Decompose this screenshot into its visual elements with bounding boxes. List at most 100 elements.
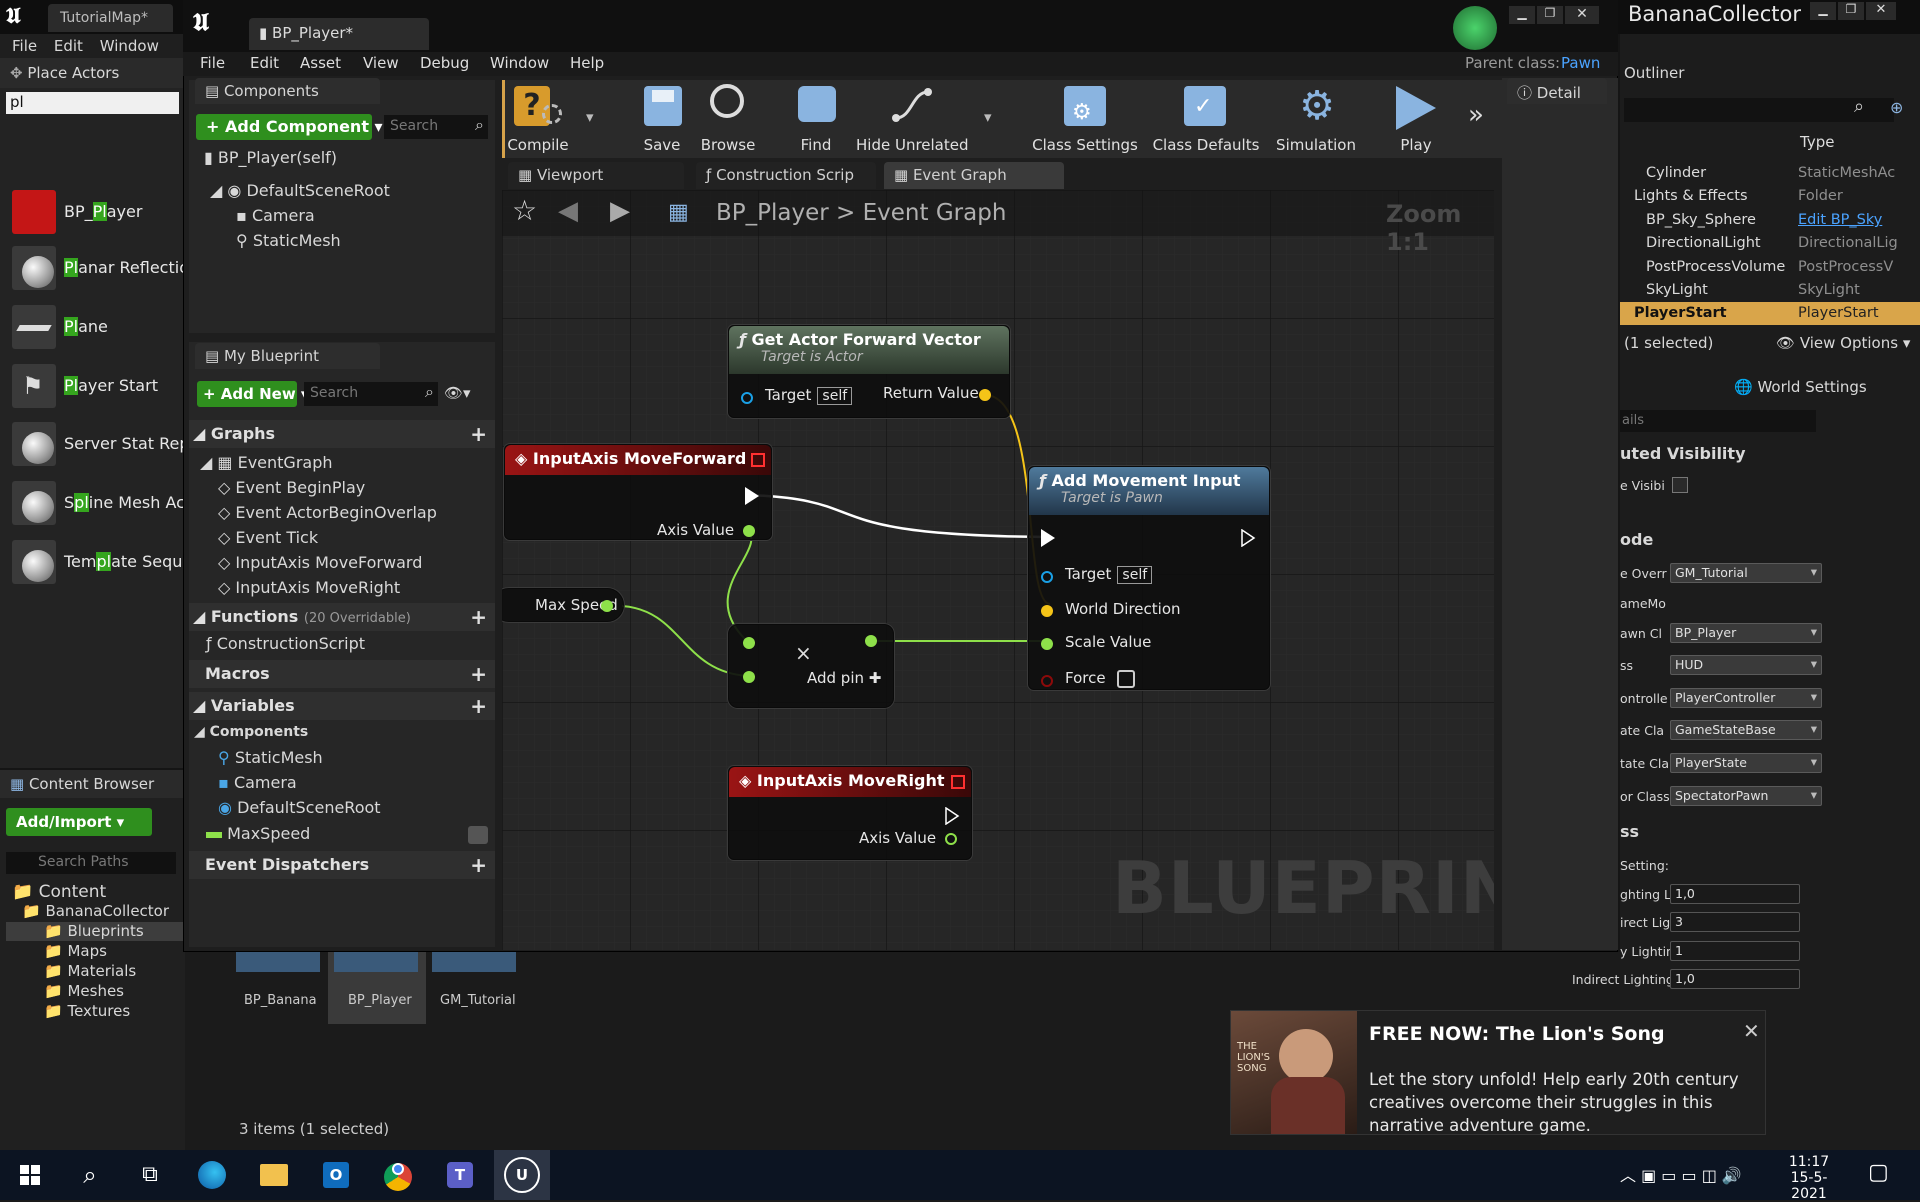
bp-menu-help[interactable]: Help bbox=[570, 54, 604, 72]
bp-menu-file[interactable]: File bbox=[200, 54, 225, 72]
node-add-movement-input[interactable]: ƒ Add Movement Input Target is Pawn Targ… bbox=[1028, 466, 1270, 690]
event-inputaxis-moveforward[interactable]: ◇ InputAxis MoveForward bbox=[218, 553, 422, 572]
axis-value-pin[interactable] bbox=[945, 833, 957, 845]
add-actor-icon[interactable]: ⊕ bbox=[1890, 98, 1903, 117]
tree-textures[interactable]: 📁 Textures bbox=[44, 1002, 130, 1020]
add-import-button[interactable]: Add/Import ▾ bbox=[6, 808, 152, 836]
section-functions[interactable]: ◢ Functions (20 Overridable) + bbox=[189, 603, 495, 631]
class-settings-button[interactable]: ⚙ Class Settings bbox=[1030, 80, 1140, 158]
delegate-pin[interactable] bbox=[951, 775, 965, 789]
component-camera[interactable]: ▪ Camera bbox=[236, 206, 315, 225]
tab-bp-player[interactable]: ▮ BP_Player* bbox=[249, 18, 429, 50]
outliner-row[interactable]: BP_Sky_Sphere Edit BP_Sky bbox=[1620, 209, 1920, 232]
add-dispatcher-icon[interactable]: + bbox=[470, 853, 487, 877]
indirect-lighting-quality-field[interactable]: 1,0 bbox=[1670, 969, 1800, 989]
lighting-level-scale-field[interactable]: 1,0 bbox=[1670, 884, 1800, 904]
tab-construction-script[interactable]: ƒ Construction Scrip bbox=[696, 162, 876, 189]
component-self[interactable]: ▮ BP_Player(self) bbox=[204, 148, 337, 167]
event-beginplay[interactable]: ◇ Event BeginPlay bbox=[218, 478, 365, 497]
multiply-input-b-pin[interactable] bbox=[743, 671, 755, 683]
tree-meshes[interactable]: 📁 Meshes bbox=[44, 982, 124, 1000]
actor-item-planar-reflection[interactable]: Planar Reflectio bbox=[8, 242, 189, 294]
world-direction-pin[interactable] bbox=[1041, 605, 1053, 617]
hud-class-dropdown[interactable]: HUD bbox=[1670, 655, 1822, 675]
add-pin-button[interactable]: Add pin ✚ bbox=[807, 669, 881, 687]
actor-item-player-start[interactable]: ⚑ Player Start bbox=[8, 360, 183, 412]
tree-maps[interactable]: 📁 Maps bbox=[44, 942, 107, 960]
close-window-button[interactable]: ✕ bbox=[1866, 2, 1896, 20]
asset-thumb-bp-player[interactable] bbox=[334, 952, 418, 972]
node-get-actor-forward-vector[interactable]: ƒ Get Actor Forward Vector Target is Act… bbox=[728, 325, 1010, 418]
toolbar-overflow-icon[interactable]: » bbox=[1468, 100, 1484, 130]
outliner-tab[interactable]: Outliner bbox=[1620, 58, 1920, 84]
actor-item-bp-player[interactable]: BP_Player bbox=[8, 186, 183, 238]
visibility-checkbox[interactable] bbox=[1672, 477, 1688, 493]
components-search-input[interactable]: Search ⌕ bbox=[384, 115, 488, 139]
section-game-mode[interactable]: ode bbox=[1620, 530, 1653, 549]
event-actorbeginoverlap[interactable]: ◇ Event ActorBeginOverlap bbox=[218, 503, 437, 522]
var-camera[interactable]: ▪ Camera bbox=[218, 773, 297, 792]
component-staticmesh[interactable]: ⚲ StaticMesh bbox=[236, 231, 341, 250]
actor-item-server-stat[interactable]: Server Stat Rep bbox=[8, 418, 190, 470]
graph-eventgraph[interactable]: ◢ ▦ EventGraph bbox=[200, 453, 333, 472]
details-search-input[interactable]: ails bbox=[1620, 410, 1816, 432]
multiply-input-a-pin[interactable] bbox=[743, 637, 755, 649]
add-new-button[interactable]: + Add New ▾ bbox=[197, 381, 308, 407]
notification-center-icon[interactable]: ▢ bbox=[1868, 1160, 1889, 1185]
asset-thumb-gm-tutorial[interactable] bbox=[432, 952, 516, 972]
target-pin[interactable] bbox=[741, 392, 753, 404]
tab-tutorialmap[interactable]: TutorialMap* bbox=[48, 4, 173, 32]
chrome-icon[interactable] bbox=[378, 1155, 418, 1195]
gamemode-override-dropdown[interactable]: GM_Tutorial bbox=[1670, 563, 1822, 583]
add-graph-icon[interactable]: + bbox=[470, 422, 487, 446]
tree-materials[interactable]: 📁 Materials bbox=[44, 962, 136, 980]
variable-type-icon[interactable] bbox=[468, 826, 488, 844]
file-explorer-icon[interactable] bbox=[254, 1155, 294, 1195]
var-defaultsceneroot[interactable]: ◉ DefaultSceneRoot bbox=[218, 798, 381, 817]
section-lightmass[interactable]: ss bbox=[1620, 822, 1639, 841]
bp-maximize-button[interactable]: ❐ bbox=[1537, 6, 1563, 24]
search-paths-input[interactable]: Search Paths bbox=[6, 852, 176, 874]
visibility-eye-icon[interactable]: 👁▾ bbox=[444, 384, 471, 402]
actor-item-spline-mesh[interactable]: Spline Mesh Ac bbox=[8, 477, 185, 529]
add-variable-icon[interactable]: + bbox=[470, 694, 487, 718]
player-state-dropdown[interactable]: PlayerState bbox=[1670, 753, 1822, 773]
menu-window[interactable]: Window bbox=[100, 37, 159, 55]
outliner-row[interactable]: DirectionalLight DirectionalLig bbox=[1620, 232, 1920, 255]
outlook-icon[interactable]: O bbox=[316, 1155, 356, 1195]
view-options-button[interactable]: 👁 View Options ▾ bbox=[1776, 334, 1910, 352]
node-inputaxis-moveforward[interactable]: ◈ InputAxis MoveForward Axis Value bbox=[504, 444, 772, 540]
class-defaults-button[interactable]: ✓ Class Defaults bbox=[1150, 80, 1262, 158]
clock[interactable]: 11:17 15-5-2021 bbox=[1774, 1154, 1844, 1202]
component-default-scene-root[interactable]: ◢ ◉ DefaultSceneRoot bbox=[210, 181, 390, 200]
section-precomputed-visibility[interactable]: uted Visibility bbox=[1620, 444, 1746, 463]
maximize-button[interactable]: ❐ bbox=[1838, 2, 1864, 20]
node-multiply[interactable]: × Add pin ✚ bbox=[728, 624, 894, 708]
tab-event-graph[interactable]: ▦ Event Graph bbox=[884, 162, 1064, 189]
multiply-output-pin[interactable] bbox=[865, 635, 877, 647]
bp-menu-window[interactable]: Window bbox=[490, 54, 549, 72]
actor-item-plane[interactable]: Plane bbox=[8, 301, 183, 353]
section-macros[interactable]: Macros + bbox=[189, 660, 495, 688]
compile-options-chevron-icon[interactable]: ▾ bbox=[586, 108, 594, 126]
section-graphs[interactable]: ◢ Graphs + bbox=[189, 420, 495, 448]
notification-close-button[interactable]: ✕ bbox=[1743, 1019, 1760, 1043]
add-macro-icon[interactable]: + bbox=[470, 662, 487, 686]
force-checkbox[interactable] bbox=[1117, 670, 1135, 688]
bp-menu-asset[interactable]: Asset bbox=[300, 54, 341, 72]
search-icon[interactable]: ⌕ bbox=[70, 1155, 110, 1195]
event-tick[interactable]: ◇ Event Tick bbox=[218, 528, 318, 547]
delegate-pin[interactable] bbox=[751, 453, 765, 467]
edge-browser-icon[interactable] bbox=[192, 1155, 232, 1195]
minimize-button[interactable]: ▁ bbox=[1810, 2, 1836, 20]
tree-bananacollector[interactable]: 📁 BananaCollector bbox=[22, 902, 169, 920]
outliner-row[interactable]: Cylinder StaticMeshAc bbox=[1620, 162, 1920, 185]
bp-menu-view[interactable]: View bbox=[363, 54, 399, 72]
hide-unrelated-button[interactable]: Hide Unrelated bbox=[856, 80, 969, 158]
compile-button[interactable]: ? Compile bbox=[500, 80, 584, 158]
notification-toast[interactable]: THE LION'S SONG FREE NOW: The Lion's Son… bbox=[1230, 1010, 1766, 1135]
player-controller-dropdown[interactable]: PlayerController bbox=[1670, 688, 1822, 708]
sky-lighting-bounces-field[interactable]: 1 bbox=[1670, 941, 1800, 961]
find-button[interactable]: Find bbox=[776, 80, 856, 158]
actor-item-template-sequence[interactable]: Template Seque bbox=[8, 536, 192, 588]
